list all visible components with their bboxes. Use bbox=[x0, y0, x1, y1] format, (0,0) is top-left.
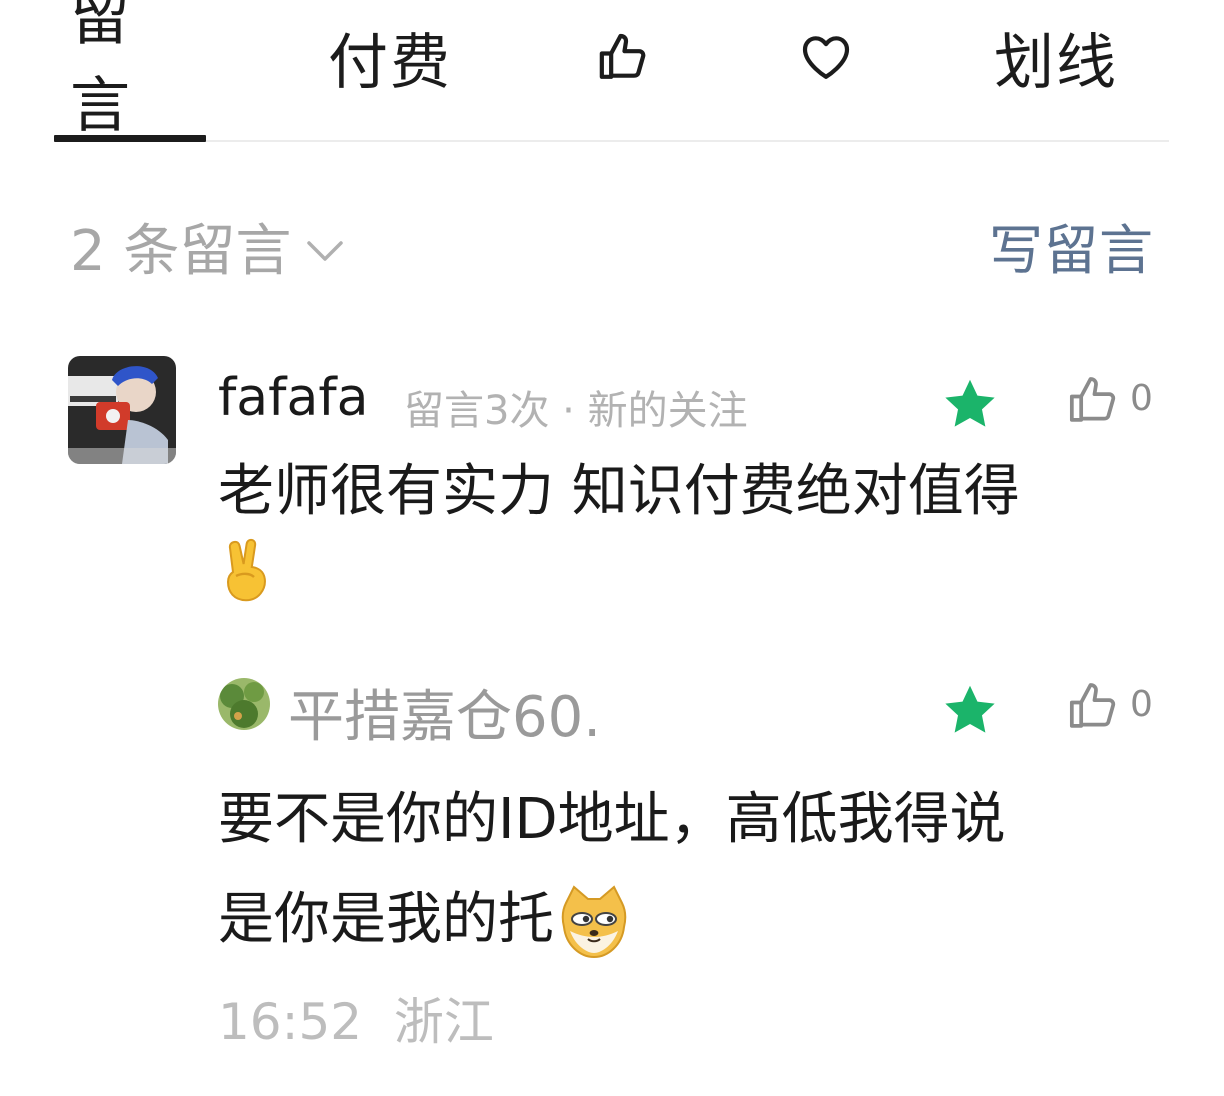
comment-like-button[interactable]: 0 bbox=[1066, 372, 1153, 428]
thumbs-up-icon bbox=[1069, 683, 1116, 728]
reply-location: 浙江 bbox=[393, 993, 494, 1051]
tab-highlights[interactable]: 划线 bbox=[994, 22, 1118, 98]
tab-comments[interactable]: 留言 bbox=[70, 0, 190, 141]
active-tab-indicator bbox=[54, 135, 206, 142]
victory-hand-emoji-icon bbox=[226, 538, 266, 602]
tab-bar: 留言 付费 划线 bbox=[54, 0, 1169, 142]
heart-icon bbox=[802, 36, 850, 79]
reply-timestamp: 16:52 浙江 bbox=[218, 982, 494, 1054]
star-icon[interactable] bbox=[942, 378, 998, 430]
comment-text-body: 老师很有实力 知识付费绝对值得 bbox=[218, 459, 1020, 524]
tab-favorites[interactable] bbox=[796, 22, 856, 92]
reply-text-line1: 要不是你的ID地址，高低我得说 bbox=[218, 787, 1006, 852]
comment-author[interactable]: fafafa bbox=[218, 368, 369, 428]
tab-comments-label: 留言 bbox=[70, 0, 132, 141]
comment-count-label: 2 条留言 bbox=[70, 219, 292, 284]
tab-paid-label: 付费 bbox=[328, 27, 452, 98]
comment-like-count: 0 bbox=[1130, 378, 1153, 419]
chevron-down-icon bbox=[307, 240, 344, 261]
reply-text: 要不是你的ID地址，高低我得说 是你是我的托 bbox=[218, 770, 1158, 970]
reply-like-count: 0 bbox=[1130, 684, 1153, 725]
avatar[interactable] bbox=[68, 356, 176, 464]
comment-author-meta: 留言3次 · 新的关注 bbox=[404, 388, 748, 434]
reply-author[interactable]: 平措嘉仓60. bbox=[288, 672, 601, 753]
doge-emoji-icon bbox=[561, 885, 627, 958]
reply-text-line2: 是你是我的托 bbox=[218, 887, 554, 952]
write-comment-button[interactable]: 写留言 bbox=[989, 206, 1154, 285]
comment-text: 老师很有实力 知识付费绝对值得 bbox=[218, 456, 1138, 606]
star-icon[interactable] bbox=[942, 684, 998, 736]
thumbs-up-icon bbox=[599, 33, 646, 79]
thumbs-up-icon bbox=[1069, 377, 1116, 422]
reply-time: 16:52 bbox=[218, 993, 363, 1051]
tab-likes[interactable] bbox=[594, 22, 654, 92]
tab-paid[interactable]: 付费 bbox=[328, 22, 452, 98]
comment-count-dropdown[interactable]: 2 条留言 bbox=[70, 206, 345, 287]
reply-avatar[interactable] bbox=[218, 678, 270, 730]
tab-highlights-label: 划线 bbox=[994, 27, 1118, 98]
reply-like-button[interactable]: 0 bbox=[1066, 678, 1153, 734]
